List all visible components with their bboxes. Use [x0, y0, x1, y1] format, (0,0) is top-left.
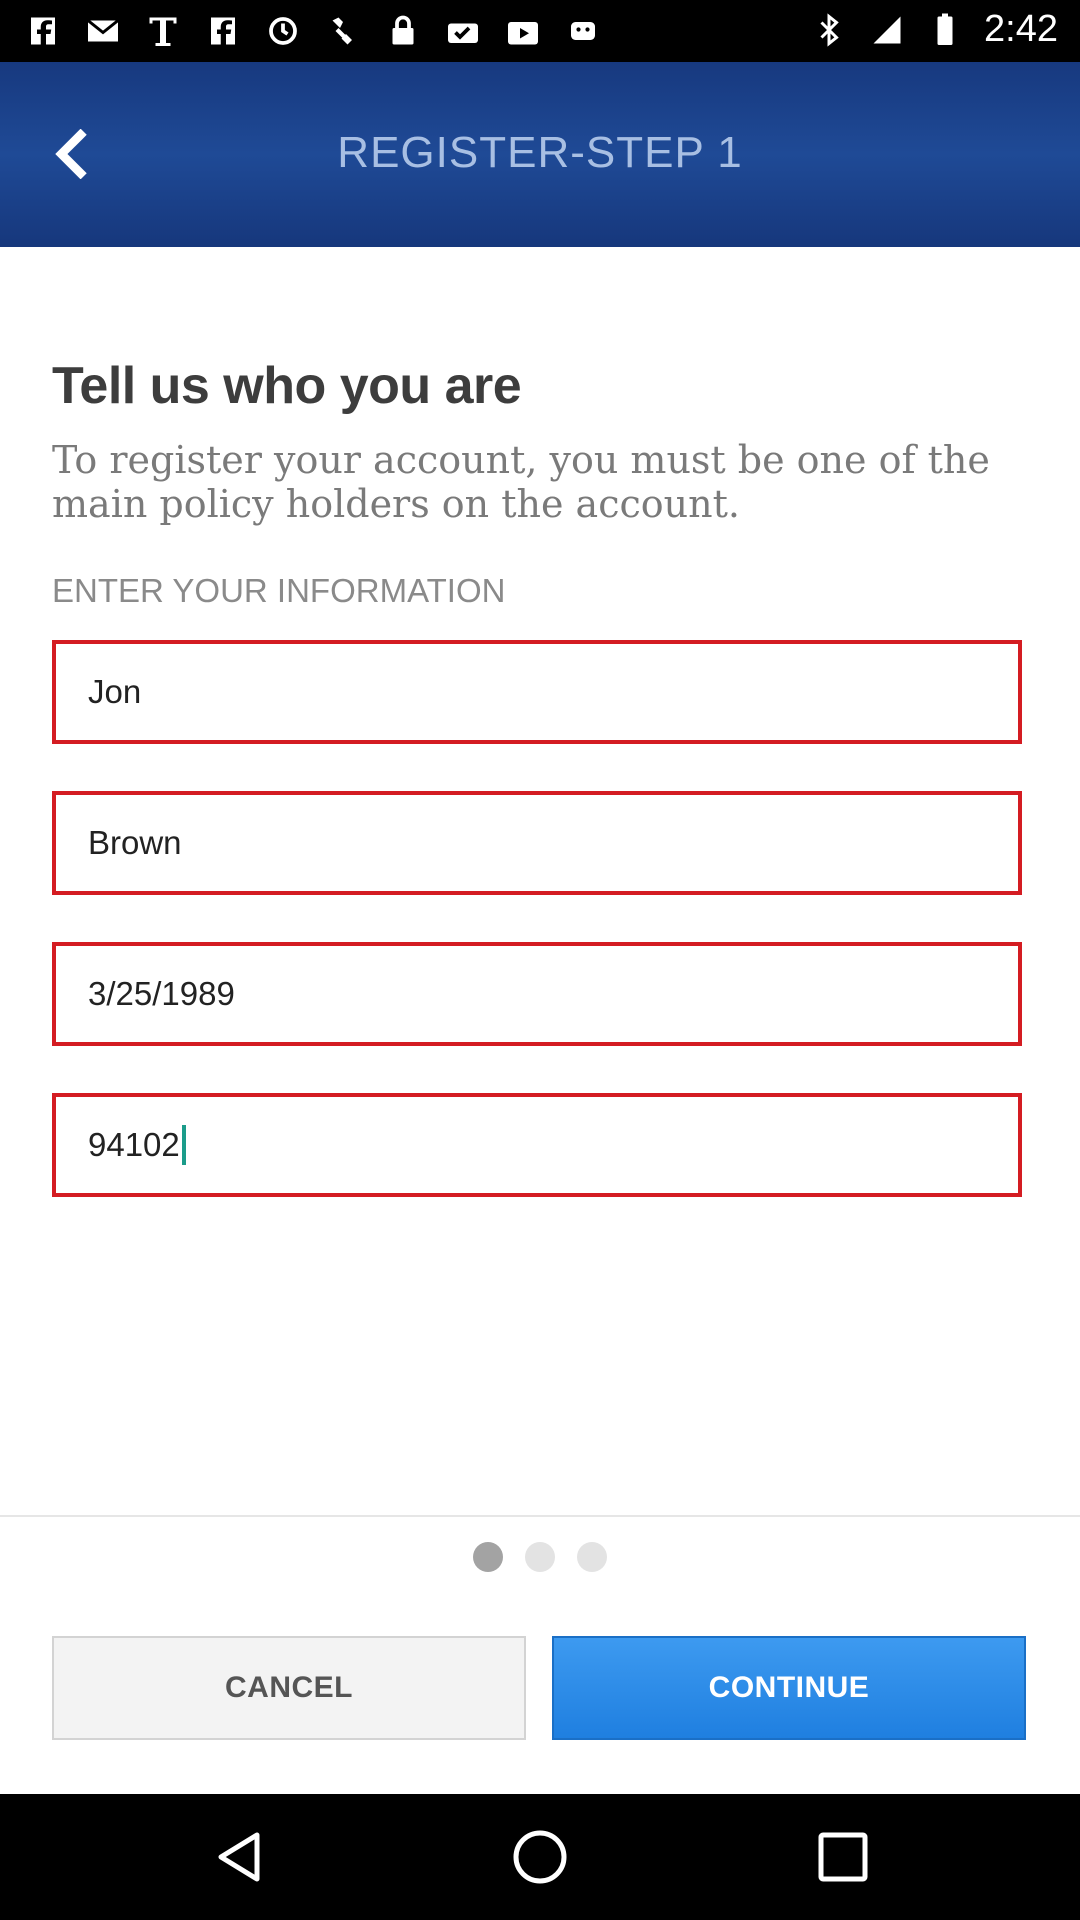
facebook-icon — [204, 12, 242, 50]
navigation-bar — [0, 1794, 1080, 1920]
nav-home-button[interactable] — [507, 1824, 573, 1890]
satellite-icon — [324, 12, 362, 50]
continue-button[interactable]: CONTINUE — [552, 1636, 1026, 1740]
gmail-icon — [84, 12, 122, 50]
android-icon — [564, 12, 602, 50]
battery-icon — [926, 11, 964, 49]
page-title: REGISTER-STEP 1 — [337, 128, 743, 177]
notification-icons — [24, 12, 602, 50]
divider — [0, 1515, 1080, 1517]
recents-square-icon — [818, 1832, 868, 1882]
first-name-field[interactable]: Jon — [52, 640, 1022, 744]
step-dot — [525, 1542, 555, 1572]
form-heading: Tell us who you are — [52, 357, 522, 415]
zip-code-value: 94102 — [88, 1126, 180, 1163]
form-description: To register your account, you must be on… — [52, 438, 990, 526]
cancel-button[interactable]: CANCEL — [52, 1636, 526, 1740]
date-of-birth-value: 3/25/1989 — [88, 975, 235, 1012]
status-time: 2:42 — [984, 8, 1058, 50]
briefcase-check-icon — [444, 12, 482, 50]
facebook-icon — [24, 12, 62, 50]
bluetooth-icon — [810, 11, 848, 49]
first-name-value: Jon — [88, 673, 142, 710]
back-triangle-icon — [218, 1832, 260, 1882]
step-dot-active — [473, 1542, 503, 1572]
step-indicator — [0, 1542, 1080, 1572]
step-dot — [577, 1542, 607, 1572]
text-icon — [144, 12, 182, 50]
zip-code-field[interactable]: 94102 — [52, 1093, 1022, 1197]
section-label: ENTER YOUR INFORMATION — [52, 572, 506, 609]
status-bar: 2:42 — [0, 0, 1080, 62]
sync-icon — [264, 12, 302, 50]
nav-back-button[interactable] — [206, 1824, 272, 1890]
system-icons: 2:42 — [810, 8, 1058, 51]
text-cursor — [181, 1125, 186, 1165]
home-circle-icon — [513, 1830, 567, 1884]
signal-icon — [868, 11, 906, 49]
last-name-field[interactable]: Brown — [52, 791, 1022, 895]
nav-recents-button[interactable] — [810, 1824, 876, 1890]
app-bar: REGISTER-STEP 1 — [0, 62, 1080, 247]
last-name-value: Brown — [88, 824, 182, 861]
date-of-birth-field[interactable]: 3/25/1989 — [52, 942, 1022, 1046]
lock-icon — [384, 12, 422, 50]
play-store-icon — [504, 12, 542, 50]
